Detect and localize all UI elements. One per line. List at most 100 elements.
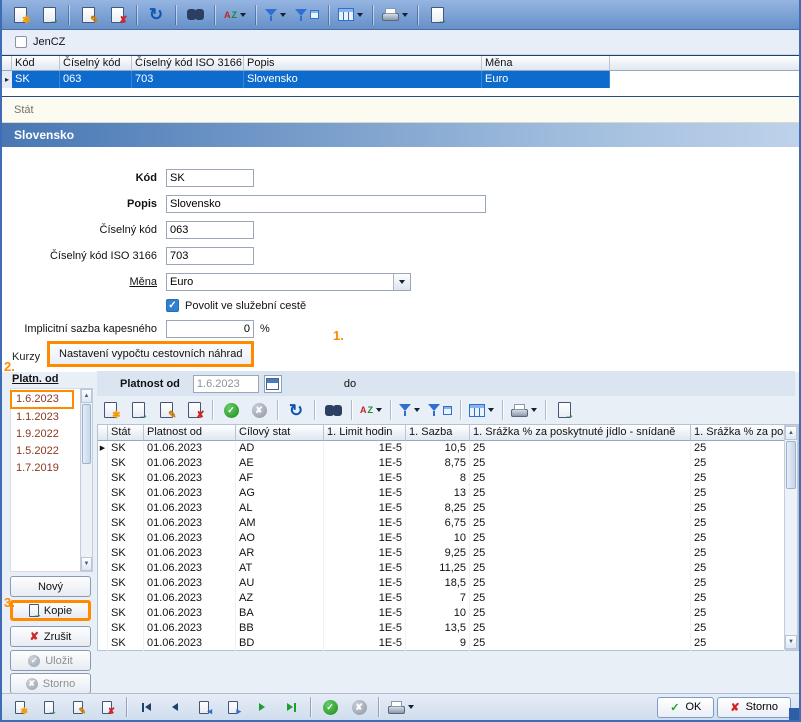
kopie-button[interactable]: → Kopie [10, 600, 91, 621]
platnost-od-input[interactable] [193, 375, 259, 393]
date-item[interactable]: 1.1.2023 [11, 409, 80, 426]
jencz-checkbox[interactable] [15, 36, 27, 48]
rates-filter-settings-button[interactable] [425, 397, 455, 423]
edit-record-button[interactable]: ✎ [75, 2, 101, 28]
rates-columns-button[interactable] [466, 397, 497, 423]
rates-row[interactable]: SK 01.06.2023 AF 1E-5 8 25 25 [98, 471, 785, 486]
mena-combobox[interactable] [166, 273, 411, 291]
rates-cancel-button[interactable]: ✘ [246, 397, 272, 423]
column-header-popis[interactable]: Popis [244, 56, 482, 71]
rates-row[interactable]: SK 01.06.2023 AU 1E-5 18,5 25 25 [98, 576, 785, 591]
ok-button[interactable]: ✓ OK [657, 697, 714, 718]
mena-dropdown-button[interactable] [393, 274, 410, 290]
scroll-up-button[interactable]: ▲ [785, 426, 797, 440]
popis-input[interactable] [166, 195, 486, 213]
column-header-kod[interactable]: Kód [12, 56, 60, 71]
column-header-iso[interactable]: Číselný kód ISO 3166 [132, 56, 244, 71]
rates-row[interactable]: SK 01.06.2023 AZ 1E-5 7 25 25 [98, 591, 785, 606]
scroll-track[interactable] [81, 403, 92, 557]
scroll-down-button[interactable]: ▼ [81, 557, 92, 571]
dates-column-header[interactable]: Platn. od [10, 371, 94, 388]
open-record-button[interactable]: → [36, 2, 62, 28]
rates-row[interactable]: SK 01.06.2023 AM 1E-5 6,75 25 25 [98, 516, 785, 531]
rates-refresh-button[interactable]: ↻ [283, 397, 309, 423]
column-header-srazka-snidane[interactable]: 1. Srážka % za poskytnuté jídlo - snídan… [470, 425, 691, 441]
iso-input[interactable] [166, 247, 254, 265]
next-record-button[interactable] [249, 694, 275, 720]
novy-button[interactable]: Nový [10, 576, 91, 597]
rates-print-button[interactable] [508, 397, 540, 423]
rates-row[interactable]: SK 01.06.2023 AL 1E-5 8,25 25 25 [98, 501, 785, 516]
date-item[interactable]: 1.7.2019 [11, 460, 80, 477]
rates-row[interactable]: SK 01.06.2023 AR 1E-5 9,25 25 25 [98, 546, 785, 561]
column-header-platnost-od[interactable]: Platnost od [144, 425, 236, 441]
rates-vertical-scrollbar[interactable]: ▲ ▼ [784, 425, 798, 650]
next-page-button[interactable]: ▸ [220, 694, 246, 720]
rates-export-button[interactable]: → [551, 397, 577, 423]
column-header-stat[interactable]: Stát [108, 425, 144, 441]
rates-row[interactable]: SK 01.06.2023 BA 1E-5 10 25 25 [98, 606, 785, 621]
rates-row[interactable]: SK 01.06.2023 AE 1E-5 8,75 25 25 [98, 456, 785, 471]
storno-side-button[interactable]: ✘ Storno [10, 673, 91, 694]
rates-edit-button[interactable]: ✎ [153, 397, 179, 423]
resize-grip[interactable] [789, 708, 799, 720]
column-header-srazka-2[interactable]: 1. Srážka % za pos [691, 425, 785, 441]
ciselny-kod-input[interactable] [166, 221, 254, 239]
kapesne-input[interactable] [166, 320, 254, 338]
rates-delete-button[interactable]: ✘ [181, 397, 207, 423]
rates-open-button[interactable]: → [125, 397, 151, 423]
date-item[interactable]: 1.5.2022 [11, 443, 80, 460]
scroll-thumb[interactable] [82, 404, 91, 464]
filter-settings-button[interactable] [292, 2, 322, 28]
bottom-open-button[interactable]: → [36, 694, 62, 720]
mena-input[interactable] [167, 274, 393, 290]
rates-confirm-button[interactable]: ✓ [218, 397, 244, 423]
column-header-limit-hodin[interactable]: 1. Limit hodin [324, 425, 406, 441]
bottom-delete-button[interactable]: ✘ [94, 694, 120, 720]
prev-record-button[interactable] [162, 694, 188, 720]
storno-button[interactable]: ✘ Storno [717, 697, 791, 718]
rates-row[interactable]: SK 01.06.2023 AO 1E-5 10 25 25 [98, 531, 785, 546]
date-item[interactable]: 1.6.2023 [11, 391, 73, 408]
zrusit-button[interactable]: ✘ Zrušit [10, 626, 91, 647]
povolit-checkbox[interactable]: ✓ [166, 299, 179, 312]
bottom-print-button[interactable] [385, 694, 417, 720]
mena-label[interactable]: Měna [2, 276, 157, 288]
refresh-button[interactable]: ↻ [143, 2, 169, 28]
rates-row[interactable]: SK 01.06.2023 AG 1E-5 13 25 25 [98, 486, 785, 501]
rates-sort-button[interactable]: AZ [357, 397, 385, 423]
columns-button[interactable] [335, 2, 366, 28]
kod-input[interactable] [166, 169, 254, 187]
export-button[interactable]: → [424, 2, 450, 28]
rates-row[interactable]: SK 01.06.2023 AD 1E-5 10,5 25 25 [98, 441, 785, 456]
column-header-ciselny-kod[interactable]: Číselný kód [60, 56, 132, 71]
dates-scrollbar[interactable]: ▲ ▼ [80, 388, 93, 572]
sort-button[interactable]: AZ [221, 2, 249, 28]
bottom-edit-button[interactable]: ✎ [65, 694, 91, 720]
rates-new-button[interactable]: ✱ [97, 397, 123, 423]
filter-button[interactable] [262, 2, 289, 28]
rates-filter-button[interactable] [396, 397, 423, 423]
scroll-down-button[interactable]: ▼ [785, 635, 797, 649]
first-record-button[interactable] [133, 694, 159, 720]
scroll-track[interactable] [785, 440, 797, 635]
cancel-button[interactable]: ✘ [346, 694, 372, 720]
prev-page-button[interactable]: ◂ [191, 694, 217, 720]
rates-search-button[interactable] [320, 397, 346, 423]
print-button[interactable] [379, 2, 411, 28]
scroll-thumb[interactable] [786, 441, 796, 489]
bottom-new-button[interactable]: ✱ [7, 694, 33, 720]
column-header-mena[interactable]: Měna [482, 56, 610, 71]
rates-row[interactable]: SK 01.06.2023 BB 1E-5 13,5 25 25 [98, 621, 785, 636]
last-record-button[interactable] [278, 694, 304, 720]
calendar-button[interactable] [264, 375, 282, 393]
new-record-button[interactable]: ✱ [7, 2, 33, 28]
column-header-cilovy-stat[interactable]: Cílový stat [236, 425, 324, 441]
nastaveni-nahrad-button[interactable]: Nastavení vypočtu cestovních náhrad [47, 341, 254, 367]
delete-record-button[interactable]: ✘ [104, 2, 130, 28]
search-button[interactable] [182, 2, 208, 28]
confirm-button[interactable]: ✓ [317, 694, 343, 720]
date-item[interactable]: 1.9.2022 [11, 426, 80, 443]
rates-row[interactable]: SK 01.06.2023 BD 1E-5 9 25 25 [98, 636, 785, 651]
rates-row[interactable]: SK 01.06.2023 AT 1E-5 11,25 25 25 [98, 561, 785, 576]
